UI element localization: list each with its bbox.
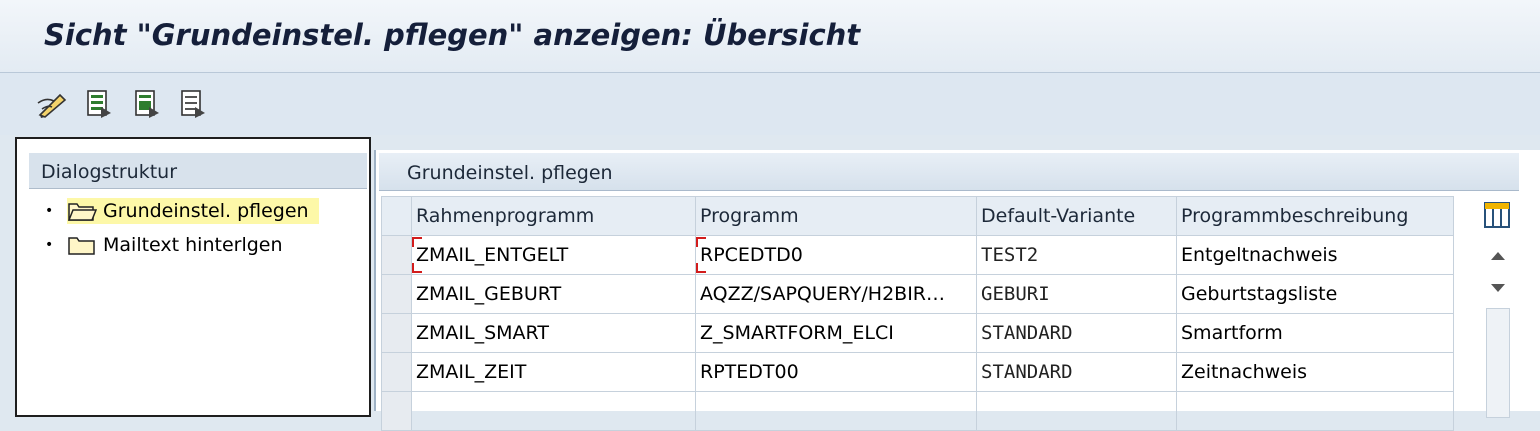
table-settings-icon [1484,202,1510,228]
cell-programm[interactable]: RPTEDT00 [695,352,977,392]
select-all-column-header[interactable] [381,196,412,236]
column-configuration-button[interactable] [1484,202,1510,228]
cell-default-variante[interactable]: STANDARD [976,313,1177,353]
column-header-programmbeschreibung[interactable]: Programmbeschreibung [1176,196,1454,236]
select-block-button[interactable] [130,87,164,121]
cell-programm[interactable]: AQZZ/SAPQUERY/H2BIR… [695,274,977,314]
row-selector[interactable] [381,235,412,275]
folder-icon [68,237,95,255]
tree-item-label: Grundeinstel. pflegen [103,200,309,222]
cell-programmbeschreibung[interactable]: Zeitnachweis [1176,352,1454,392]
table-title: Grundeinstel. pflegen [379,153,1519,191]
cell-programm[interactable] [695,391,977,431]
cell-programmbeschreibung[interactable]: Smartform [1176,313,1454,353]
cell-rahmenprogramm[interactable]: ZMAIL_SMART [411,313,696,353]
deselect-all-button[interactable] [176,87,210,121]
table-row [381,391,1454,431]
folder-open-icon [67,203,97,221]
tree-item-grundeinstel[interactable]: • Grundeinstel. pflegen [45,195,319,227]
scroll-down-button[interactable] [1484,276,1512,300]
cell-programm[interactable]: RPCEDTD0 [695,235,977,275]
display-change-button[interactable] [36,87,70,121]
cell-default-variante[interactable] [976,391,1177,431]
cell-programm[interactable]: Z_SMARTFORM_ELCI [695,313,977,353]
cell-programmbeschreibung[interactable] [1176,391,1454,431]
cell-default-variante[interactable]: STANDARD [976,352,1177,392]
column-header-programm[interactable]: Programm [695,196,977,236]
vertical-scrollbar[interactable] [1486,308,1510,418]
row-selector[interactable] [381,391,412,431]
title-bar: Sicht "Grundeinstel. pflegen" anzeigen: … [0,0,1540,73]
select-block-icon [135,90,159,118]
select-all-icon [87,90,111,118]
tree-item-selection: Grundeinstel. pflegen [67,198,319,224]
cell-default-variante[interactable]: TEST2 [976,235,1177,275]
column-header-default-variante[interactable]: Default-Variante [976,196,1177,236]
tree-bullet: • [45,237,54,253]
tree-item-label: Mailtext hinterlgen [103,234,283,256]
table-row: ZMAIL_SMART Z_SMARTFORM_ELCI STANDARD Sm… [381,313,1454,353]
maintenance-table: Rahmenprogramm Programm Default-Variante… [381,196,1454,431]
table-row: ZMAIL_ZEIT RPTEDT00 STANDARD Zeitnachwei… [381,352,1454,392]
table-row: ZMAIL_ENTGELT RPCEDTD0 TEST2 Entgeltnach… [381,235,1454,275]
tree-item-mailtext[interactable]: • Mailtext hinterlgen [45,229,287,261]
arrow-up-icon [1491,252,1505,260]
table-header-row: Rahmenprogramm Programm Default-Variante… [381,196,1454,236]
table-row: ZMAIL_GEBURT AQZZ/SAPQUERY/H2BIR… GEBURI… [381,274,1454,314]
column-header-rahmenprogramm[interactable]: Rahmenprogramm [411,196,696,236]
display-change-icon [37,93,67,118]
cell-programmbeschreibung[interactable]: Entgeltnachweis [1176,235,1454,275]
cell-rahmenprogramm[interactable]: ZMAIL_ZEIT [411,352,696,392]
select-all-button[interactable] [82,87,116,121]
arrow-down-icon [1491,284,1505,292]
scroll-up-button[interactable] [1484,244,1512,268]
dialog-structure-header: Dialogstruktur [29,153,367,189]
tree-bullet: • [45,203,54,219]
dialog-structure-pane: Dialogstruktur • Grundeinstel. pflegen •… [15,137,371,417]
row-selector[interactable] [381,274,412,314]
table-pane: Grundeinstel. pflegen Rahmenprogramm Pro… [374,150,1540,431]
cell-rahmenprogramm[interactable]: ZMAIL_GEBURT [411,274,696,314]
row-selector[interactable] [381,352,412,392]
cell-rahmenprogramm[interactable] [411,391,696,431]
window-title: Sicht "Grundeinstel. pflegen" anzeigen: … [44,18,861,52]
application-toolbar [0,73,1540,135]
cell-programmbeschreibung[interactable]: Geburtstagsliste [1176,274,1454,314]
row-selector[interactable] [381,313,412,353]
cell-rahmenprogramm[interactable]: ZMAIL_ENTGELT [411,235,696,275]
cell-default-variante[interactable]: GEBURI [976,274,1177,314]
deselect-all-icon [181,90,205,118]
